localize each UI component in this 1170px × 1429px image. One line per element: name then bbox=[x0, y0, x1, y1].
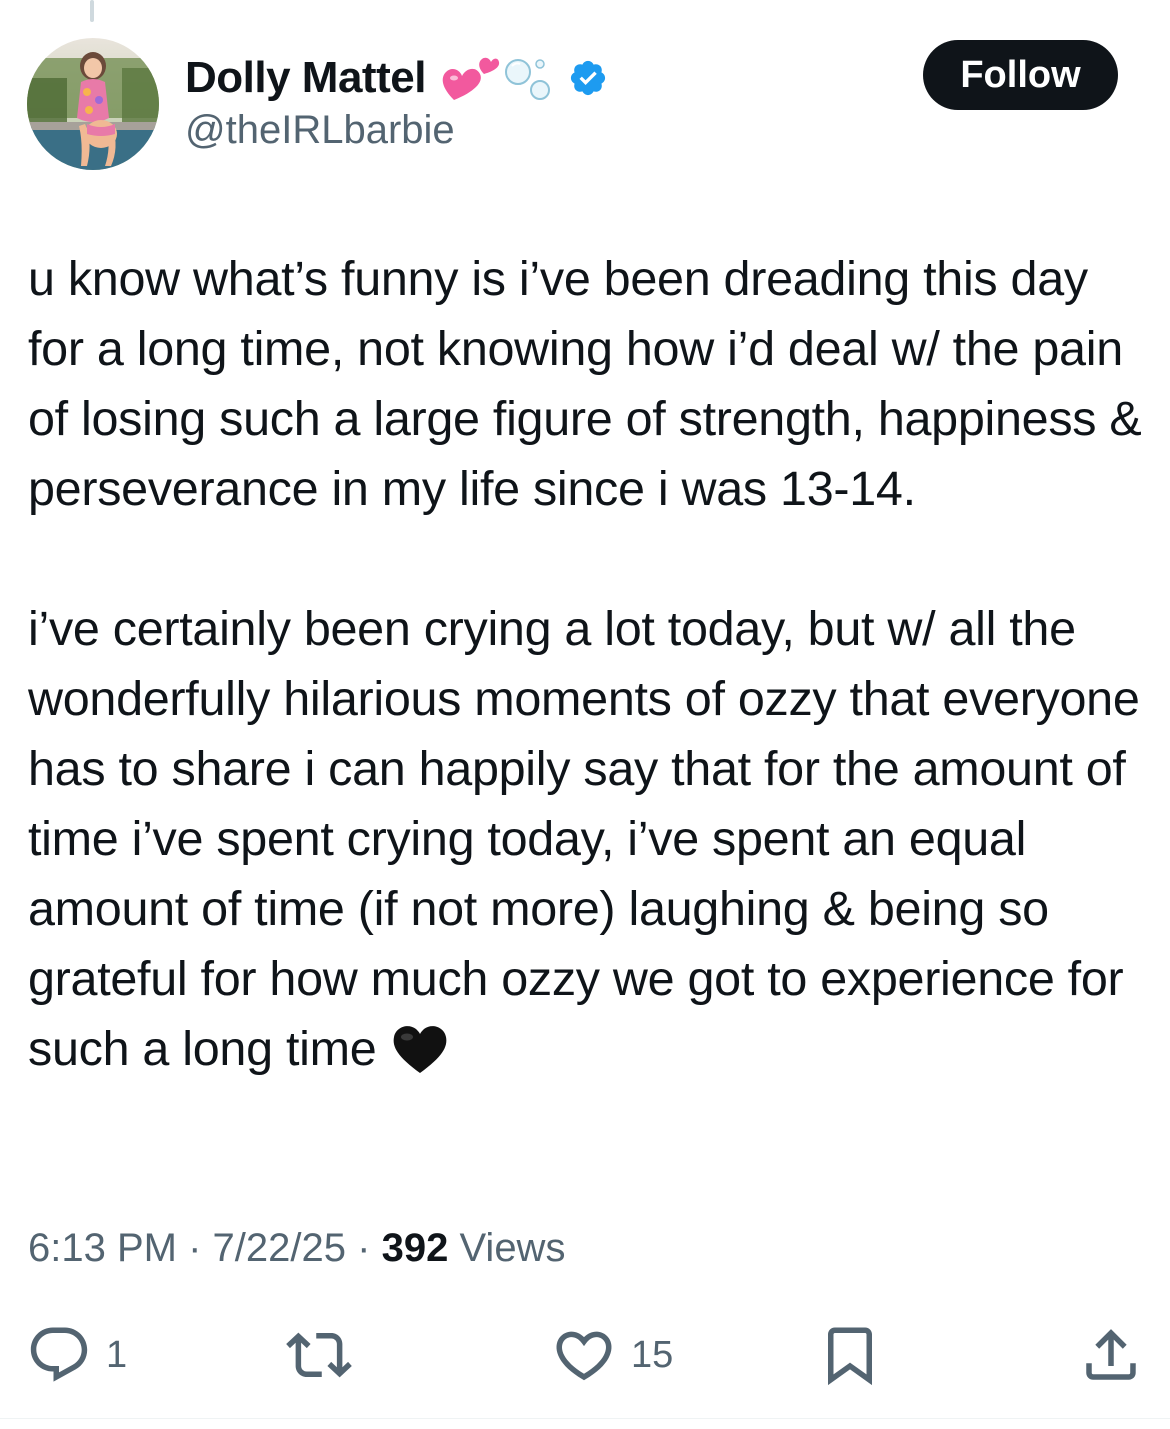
views-count[interactable]: 392 bbox=[382, 1226, 449, 1270]
share-button[interactable] bbox=[1078, 1322, 1144, 1388]
two-hearts-emoji bbox=[440, 52, 500, 104]
tweet-meta: 6:13 PM · 7/22/25 · 392 Views bbox=[28, 1226, 565, 1271]
bookmark-icon bbox=[828, 1327, 872, 1386]
like-button[interactable]: 15 bbox=[551, 1322, 673, 1388]
bubbles-emoji bbox=[500, 52, 558, 104]
tweet-paragraph: i’ve certainly been crying a lot today, … bbox=[28, 594, 1148, 1084]
reply-button[interactable]: 1 bbox=[26, 1322, 127, 1388]
bottom-divider bbox=[0, 1418, 1170, 1419]
like-count: 15 bbox=[631, 1333, 674, 1376]
reply-count: 1 bbox=[106, 1333, 128, 1376]
tweet-time[interactable]: 6:13 PM bbox=[28, 1226, 177, 1270]
views-label[interactable]: Views bbox=[459, 1226, 565, 1270]
repost-icon bbox=[286, 1332, 352, 1378]
tweet-paragraph: u know what’s funny is i’ve been dreadin… bbox=[28, 252, 1142, 516]
author-name-row: Dolly Mattel bbox=[185, 50, 608, 106]
avatar[interactable] bbox=[27, 38, 159, 170]
thread-connector-line bbox=[90, 0, 94, 22]
tweet-actions-bar: 1 15 bbox=[0, 1322, 1170, 1392]
follow-button[interactable]: Follow bbox=[923, 40, 1118, 110]
display-name[interactable]: Dolly Mattel bbox=[185, 53, 426, 103]
meta-separator: · bbox=[357, 1226, 371, 1270]
tweet-date[interactable]: 7/22/25 bbox=[213, 1226, 346, 1270]
verified-badge-icon[interactable] bbox=[568, 58, 608, 98]
heart-icon bbox=[556, 1331, 612, 1381]
avatar-image bbox=[27, 38, 159, 170]
black-heart-emoji bbox=[390, 1022, 450, 1076]
tweet-paragraph-text: i’ve certainly been crying a lot today, … bbox=[28, 602, 1140, 1076]
tweet-text: u know what’s funny is i’ve been dreadin… bbox=[28, 244, 1148, 1084]
meta-separator: · bbox=[188, 1226, 202, 1270]
bookmark-button[interactable] bbox=[817, 1322, 883, 1388]
repost-button[interactable] bbox=[286, 1322, 366, 1388]
share-icon bbox=[1086, 1329, 1136, 1380]
author-handle[interactable]: @theIRLbarbie bbox=[185, 108, 455, 153]
reply-icon bbox=[30, 1327, 88, 1382]
